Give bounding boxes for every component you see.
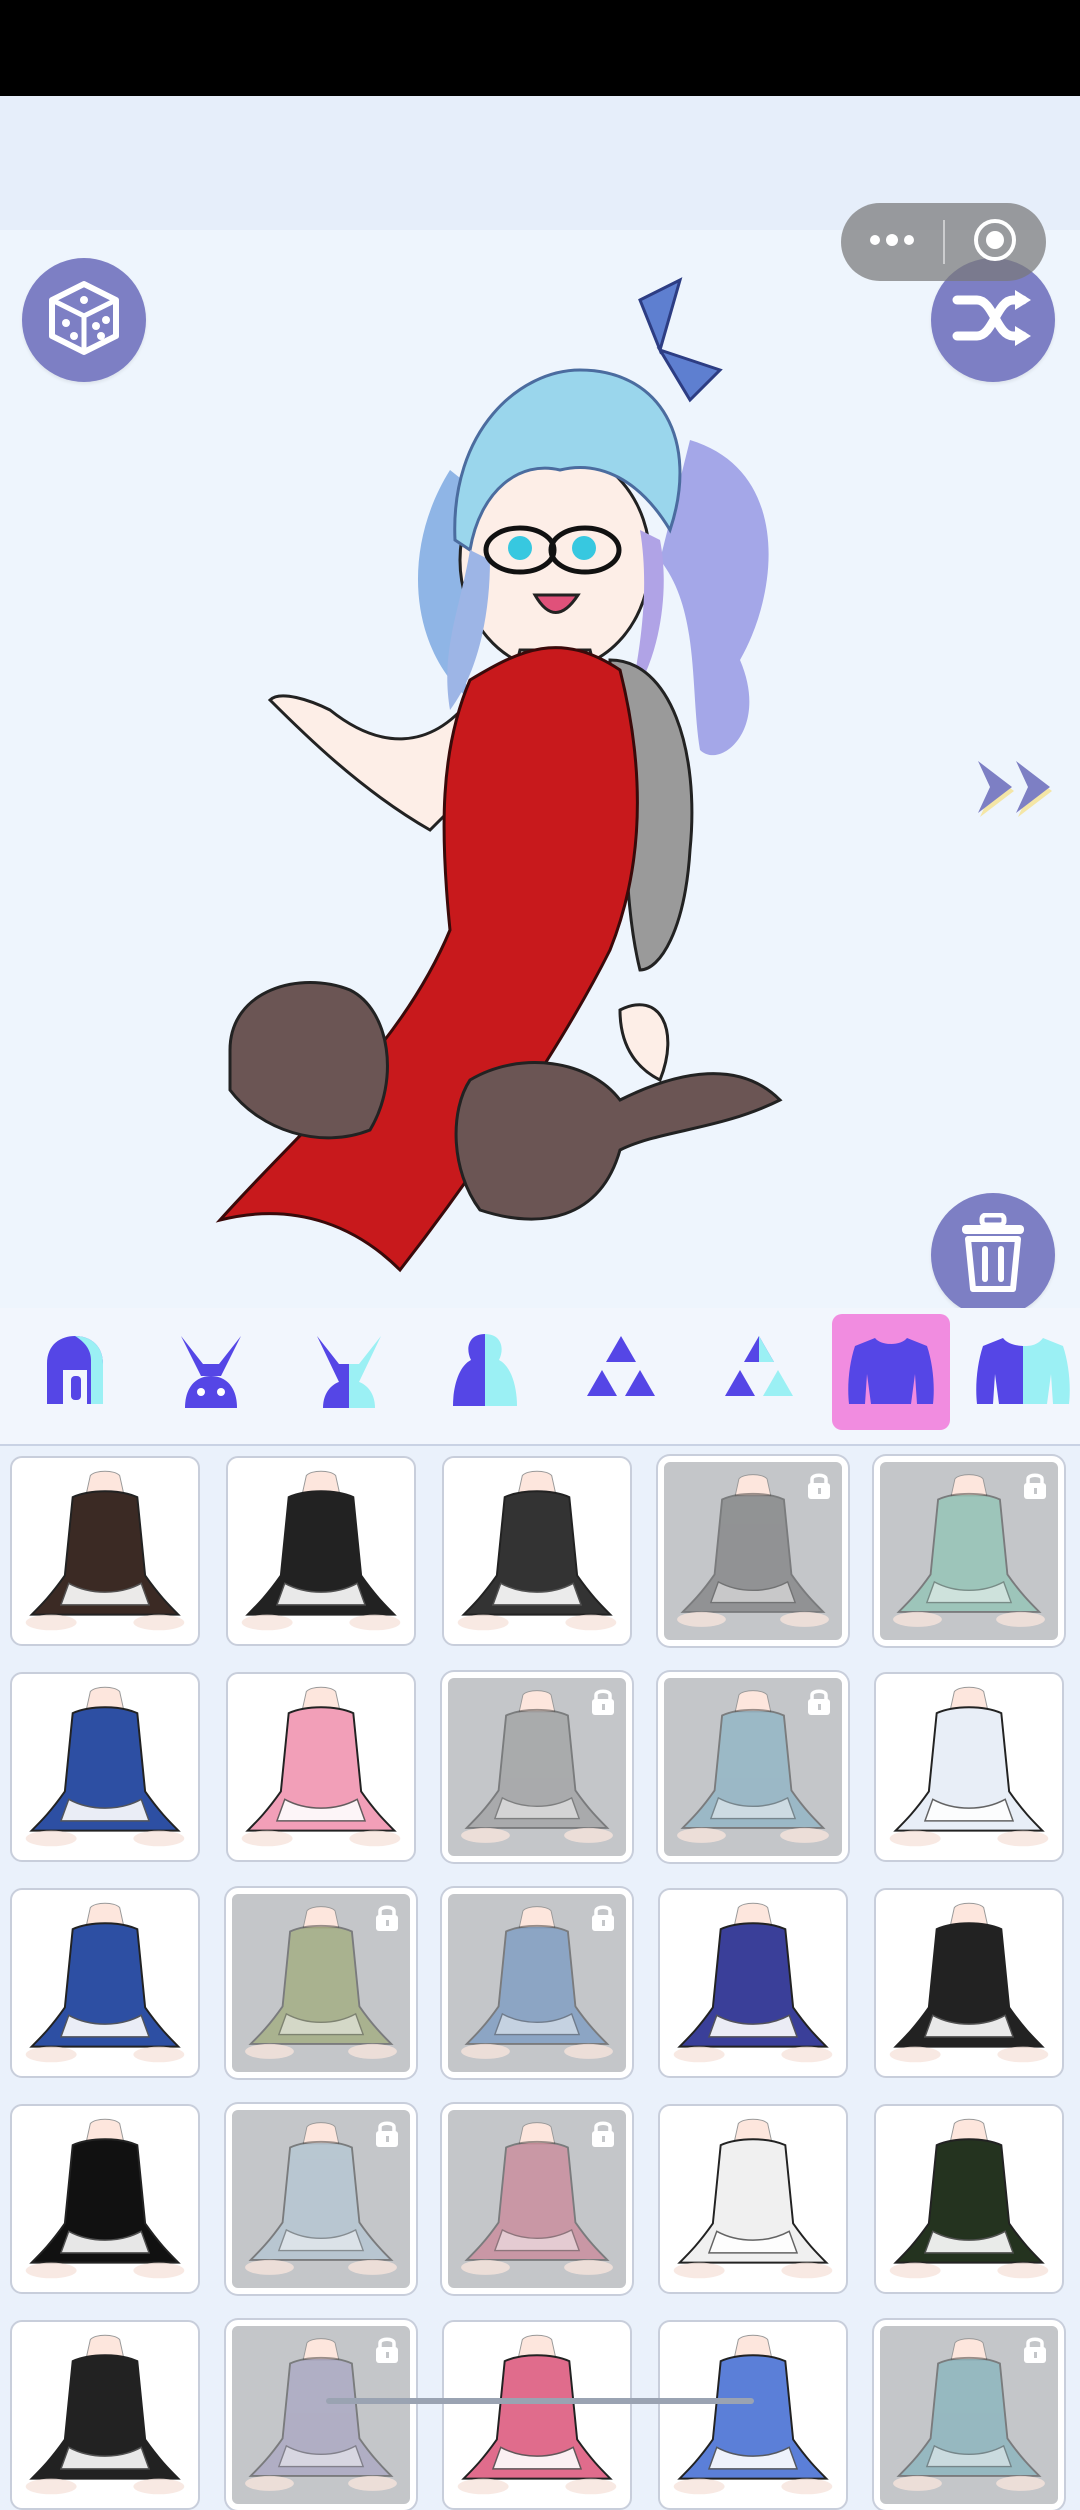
outfit-tile-blue-sailor[interactable]: [10, 1672, 200, 1862]
shuffle-icon: [951, 286, 1035, 355]
outfit-tile-green-maid[interactable]: [874, 1456, 1064, 1646]
outfit-thumbnail: [25, 1686, 185, 1847]
outfit-tile-cow-print[interactable]: [10, 2320, 200, 2510]
outfit-thumbnail: [241, 1686, 401, 1847]
outfit-thumbnail: [889, 1902, 1049, 2063]
body-icon: [445, 1330, 525, 1415]
bunny-ears-color-icon: [309, 1330, 389, 1415]
outfit-thumbnail: [25, 2118, 185, 2279]
status-bar: [0, 0, 1080, 96]
character-stage: [0, 230, 1080, 1308]
target-circle-icon: [972, 217, 1018, 268]
lock-icon: [590, 2118, 616, 2153]
outfit-tile-sailor-blue-pleated[interactable]: [442, 1888, 632, 2078]
double-chevron-right-icon: [972, 761, 1064, 823]
outfit-tile-maid-brown[interactable]: [10, 1456, 200, 1646]
outfit-tile-pink-lolita[interactable]: [226, 1672, 416, 1862]
outfit-tile-grey-dress[interactable]: [442, 1672, 632, 1862]
exit-button[interactable]: [945, 203, 1047, 281]
hair-icon: [35, 1330, 115, 1415]
delete-button[interactable]: [931, 1193, 1055, 1317]
outfit-thumbnail: [25, 1902, 185, 2063]
tab-bunny-ears-color[interactable]: [290, 1314, 408, 1430]
random-button[interactable]: [22, 258, 146, 382]
shirt-icon: [845, 1330, 937, 1415]
outfit-tile-maid-white-apron[interactable]: [10, 2104, 200, 2294]
more-button[interactable]: [841, 203, 943, 281]
outfit-thumbnail: [457, 2334, 617, 2495]
next-button[interactable]: [972, 755, 1064, 824]
outfit-tile-striped-blue-dress[interactable]: [658, 1672, 848, 1862]
outfit-tile-maid-black[interactable]: [226, 1456, 416, 1646]
outfit-tile-navy-frill[interactable]: [658, 1888, 848, 2078]
outfit-thumbnail: [889, 2118, 1049, 2279]
lock-icon: [374, 2118, 400, 2153]
trash-icon: [958, 1212, 1028, 1298]
outfit-thumbnail: [25, 1470, 185, 1631]
outfit-tile-teal-dress[interactable]: [874, 2320, 1064, 2510]
character-illustration: [215, 277, 783, 1273]
lock-icon: [806, 1686, 832, 1721]
outfit-tile-gothic-lolita[interactable]: [442, 1456, 632, 1646]
lock-icon: [1022, 2334, 1048, 2369]
outfit-tile-lavender-dress[interactable]: [226, 2320, 416, 2510]
outfit-thumbnail: [25, 2334, 185, 2495]
outfit-tile-sailor-blue-skirt[interactable]: [10, 1888, 200, 2078]
outfit-tile-blue-ribbon[interactable]: [658, 2320, 848, 2510]
outfit-tile-light-blue-dress[interactable]: [226, 2104, 416, 2294]
more-dots-icon: [868, 233, 916, 252]
outfit-tile-dark-green-qipao[interactable]: [874, 2104, 1064, 2294]
tab-accessory[interactable]: [562, 1314, 680, 1430]
outfit-tile-striped-maid[interactable]: [658, 1456, 848, 1646]
home-indicator: [326, 2398, 754, 2404]
lock-icon: [374, 1902, 400, 1937]
miniprogram-capsule: [841, 203, 1046, 281]
outfit-thumbnail: [889, 1686, 1049, 1847]
outfit-tile-white-sailor[interactable]: [874, 1672, 1064, 1862]
dice-icon: [44, 278, 124, 363]
lock-icon: [374, 2334, 400, 2369]
triangles-icon: [578, 1332, 664, 1413]
outfit-thumbnail: [241, 1470, 401, 1631]
outfit-thumbnail: [673, 2334, 833, 2495]
outfit-tile-pink-sailor[interactable]: [442, 2320, 632, 2510]
shirt-color-icon: [973, 1330, 1073, 1415]
lock-icon: [1022, 1470, 1048, 1505]
triangles-color-icon: [716, 1332, 802, 1413]
tab-accessory-color[interactable]: [700, 1314, 818, 1430]
tab-bunny-ears[interactable]: [152, 1314, 270, 1430]
outfit-thumbnail: [673, 2118, 833, 2279]
bunny-ears-icon: [171, 1330, 251, 1415]
outfit-tile-white-frill[interactable]: [658, 2104, 848, 2294]
outfit-thumbnail: [673, 1902, 833, 2063]
tab-body[interactable]: [426, 1314, 544, 1430]
tab-outfit[interactable]: [832, 1314, 950, 1430]
outfit-tile-black-frill[interactable]: [874, 1888, 1064, 2078]
lock-icon: [590, 1686, 616, 1721]
category-bar: [0, 1308, 1080, 1446]
outfit-tile-pink-kimono[interactable]: [442, 2104, 632, 2294]
tab-outfit-color[interactable]: [964, 1314, 1080, 1430]
tab-hair-back[interactable]: [16, 1314, 134, 1430]
outfit-tile-green-maid-2[interactable]: [226, 1888, 416, 2078]
outfit-thumbnail: [457, 1470, 617, 1631]
lock-icon: [806, 1470, 832, 1505]
lock-icon: [590, 1902, 616, 1937]
